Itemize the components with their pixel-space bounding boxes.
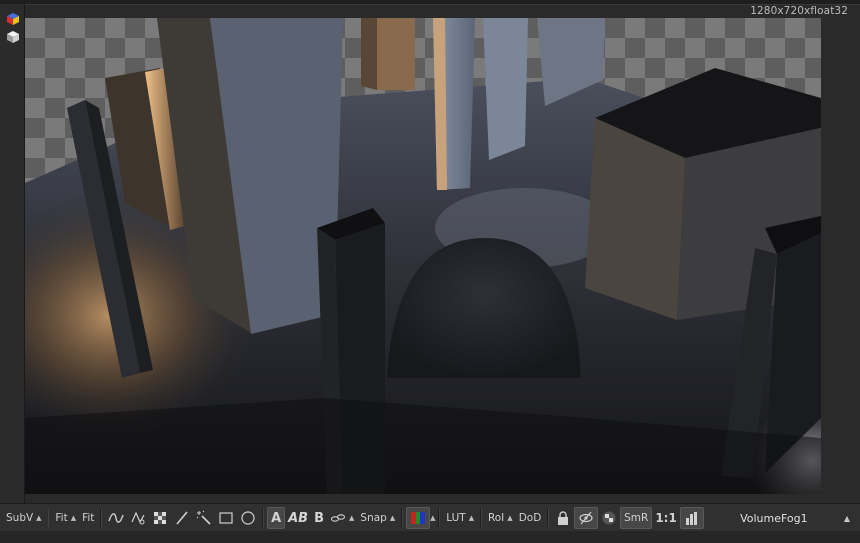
checker-background-button[interactable] <box>598 507 620 529</box>
subview-label: SubV <box>6 512 34 524</box>
toolbar-separator <box>47 509 50 527</box>
viewer-name[interactable]: VolumeFog1 <box>704 512 844 525</box>
toolbar-separator <box>401 509 404 527</box>
toolbar-separator <box>480 509 482 527</box>
rectangle-icon <box>219 512 233 524</box>
ab-compare-button[interactable]: AB <box>285 507 311 529</box>
color-channels-arrow-icon[interactable]: ▲ <box>430 514 435 522</box>
spline-icon <box>108 513 124 523</box>
hide-controls-button[interactable] <box>574 507 599 529</box>
spline-tool-button[interactable] <box>105 507 127 529</box>
fit-button[interactable]: Fit ▲ <box>52 507 79 529</box>
color-channels-button[interactable] <box>406 507 431 529</box>
fit-arrow-icon[interactable]: ▲ <box>71 514 76 522</box>
b-buffer-button[interactable]: B <box>311 507 327 529</box>
fit-label: Fit <box>55 512 68 524</box>
toolbar-separator <box>438 509 441 527</box>
smooth-resize-button[interactable]: SmR <box>620 507 653 529</box>
one-to-one-label: 1:1 <box>655 511 677 525</box>
image-viewport[interactable] <box>25 18 821 494</box>
viewer-side-toolbar <box>0 4 25 503</box>
roi-arrow-icon[interactable]: ▲ <box>507 514 512 522</box>
subview-arrow-icon[interactable]: ▲ <box>36 514 41 522</box>
lock-button[interactable] <box>552 507 574 529</box>
viewer-toolbar: SubV ▲ Fit ▲ Fit A AB B ▲ Snap ▲ ▲ LUT ▲… <box>0 503 860 533</box>
b-buffer-label: B <box>314 510 325 526</box>
toolbar-separator <box>262 509 265 527</box>
rectangle-tool-button[interactable] <box>215 507 237 529</box>
eye-slash-icon <box>579 511 593 525</box>
histogram-button[interactable] <box>679 507 704 529</box>
lut-button[interactable]: LUT ▲ <box>443 507 477 529</box>
dod-label: DoD <box>518 512 542 524</box>
bottom-strip <box>0 531 860 543</box>
snap-arrow-icon[interactable]: ▲ <box>390 514 395 522</box>
checker-icon <box>154 512 167 524</box>
link-arrow-icon[interactable]: ▲ <box>349 514 354 522</box>
lut-label: LUT <box>446 512 466 524</box>
ab-compare-label: AB <box>288 510 309 526</box>
checker-icon <box>602 511 616 525</box>
white-cube-icon[interactable] <box>6 30 20 44</box>
roi-button[interactable]: RoI ▲ <box>485 507 516 529</box>
rgb-channels-icon <box>411 512 426 524</box>
link-icon <box>330 514 346 522</box>
brush-icon <box>176 511 188 525</box>
checker-tool-button[interactable] <box>149 507 171 529</box>
polyline-icon <box>131 511 145 525</box>
polyline-tool-button[interactable] <box>127 507 149 529</box>
top-strip <box>0 0 860 5</box>
lut-arrow-icon[interactable]: ▲ <box>469 514 474 522</box>
toolbar-separator <box>100 509 103 527</box>
ellipse-tool-button[interactable] <box>237 507 259 529</box>
smooth-resize-label: SmR <box>624 512 649 524</box>
subview-button[interactable]: SubV ▲ <box>3 507 45 529</box>
ellipse-icon <box>241 511 255 525</box>
histogram-icon <box>685 512 697 525</box>
rendered-image <box>25 18 821 494</box>
viewer-right-margin <box>821 18 860 494</box>
one-to-one-button[interactable]: 1:1 <box>652 507 680 529</box>
toolbar-separator <box>547 509 550 527</box>
snap-button[interactable]: Snap ▲ <box>357 507 398 529</box>
snap-label: Snap <box>360 512 387 524</box>
viewer-menu-arrow-icon[interactable]: ▲ <box>844 514 850 523</box>
a-buffer-label: A <box>271 510 282 526</box>
fit-second-label: Fit <box>82 512 95 524</box>
magic-wand-icon <box>196 510 211 525</box>
dod-button[interactable]: DoD <box>516 507 545 529</box>
fit-second-button[interactable]: Fit <box>79 507 97 529</box>
a-buffer-button[interactable]: A <box>267 507 286 529</box>
magic-wand-tool-button[interactable] <box>193 507 215 529</box>
lock-icon <box>558 511 569 525</box>
paint-tool-button[interactable] <box>171 507 193 529</box>
color-cube-icon[interactable] <box>6 12 20 26</box>
link-button[interactable]: ▲ <box>327 507 357 529</box>
resolution-info: 1280x720xfloat32 <box>750 5 848 17</box>
roi-label: RoI <box>487 512 505 524</box>
